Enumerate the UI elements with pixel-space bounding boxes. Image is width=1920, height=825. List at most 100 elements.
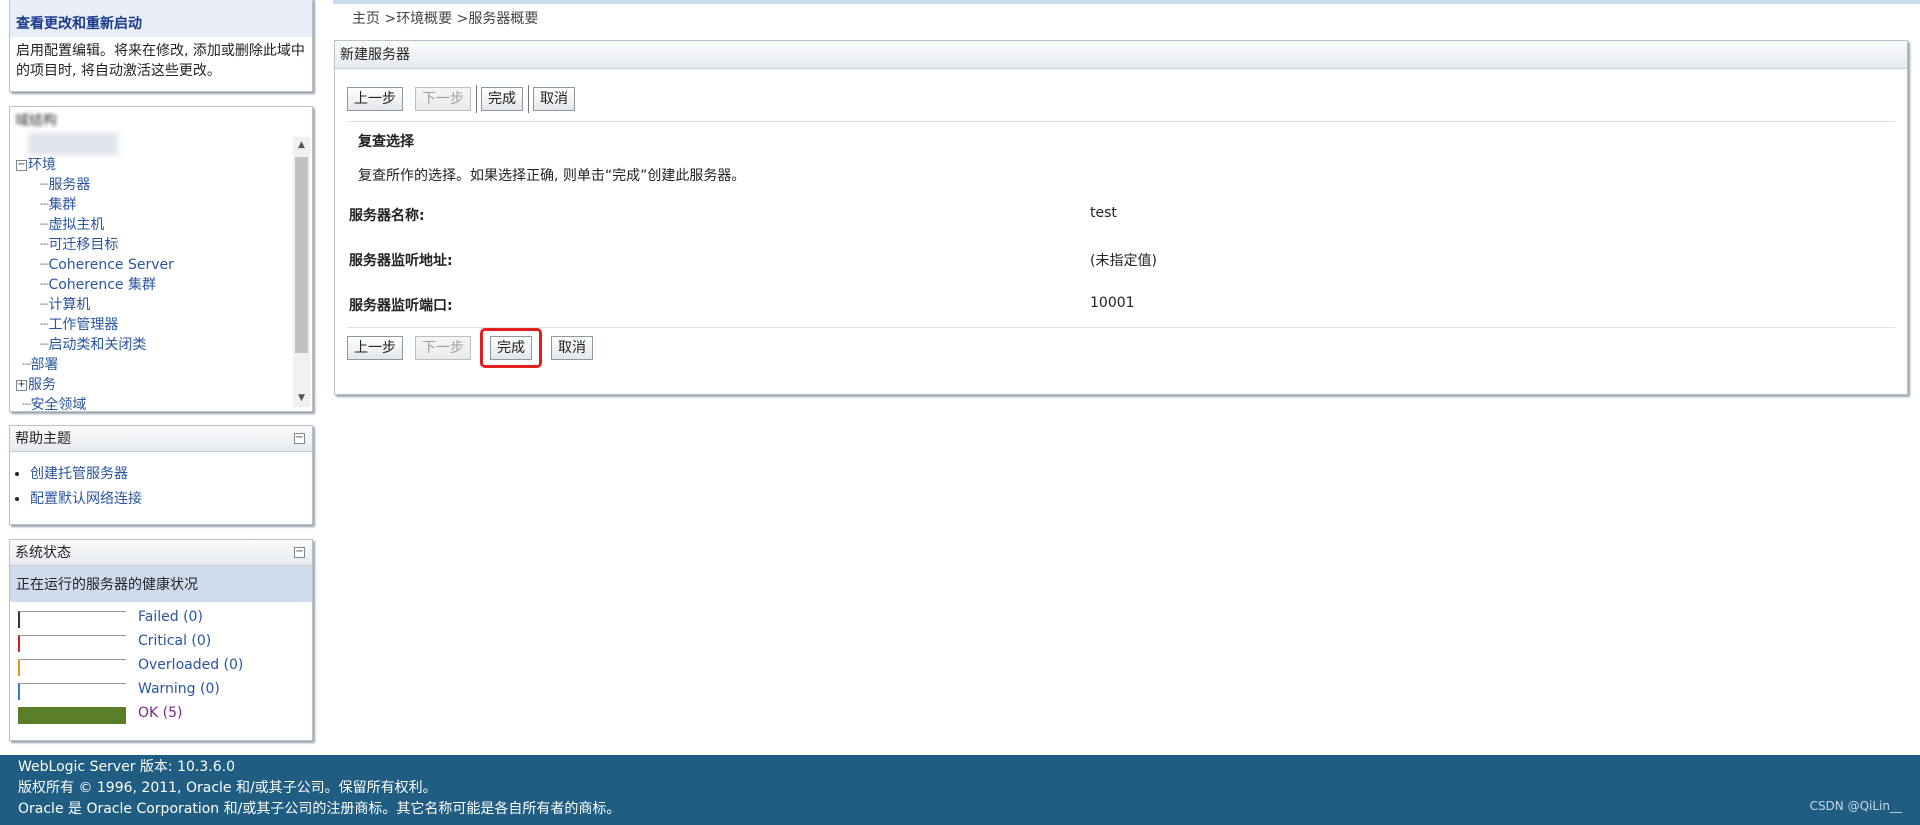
- health-status-row: Overloaded (0): [10, 654, 312, 678]
- tree-node-label[interactable]: Coherence 集群: [48, 277, 156, 293]
- domain-tree: − 环境 ┄服务器 ┄集群 ┄虚拟主机 ┄可迁移目标 ┄Coherence Server ┄C…: [16, 155, 290, 411]
- tree-node[interactable]: − 环境: [16, 155, 290, 175]
- view-changes-restarts-link[interactable]: 查看更改和重新启动: [10, 0, 312, 37]
- tree-node[interactable]: ┄安全领域: [16, 395, 290, 411]
- help-link-label[interactable]: 创建托管服务器: [30, 466, 128, 482]
- tree-node-label[interactable]: 服务器: [48, 177, 90, 193]
- tree-node-label[interactable]: 启动类和关闭类: [48, 337, 146, 353]
- tree-node-label[interactable]: 部署: [30, 357, 58, 373]
- tree-node-label[interactable]: 可迁移目标: [48, 237, 118, 253]
- domain-structure-panel: 域结构 − 环境 ┄服务器 ┄集群 ┄虚拟主机 ┄可迁移目标 ┄Coherence Serv…: [9, 106, 313, 412]
- tree-node-label[interactable]: Coherence Server: [48, 257, 173, 273]
- button-separator: [528, 85, 529, 113]
- help-item-create-managed-server[interactable]: 创建托管服务器: [30, 462, 312, 487]
- tree-node[interactable]: ┄虚拟主机: [16, 215, 290, 235]
- breadcrumb-home[interactable]: 主页: [352, 11, 380, 27]
- collapse-icon[interactable]: −: [294, 433, 305, 444]
- cancel-button[interactable]: 取消: [533, 87, 575, 111]
- new-server-wizard: 新建服务器 上一步 下一步 完成 取消 复查选择 复查所作的选择。如果选择正确,…: [334, 40, 1908, 395]
- domain-name-redacted: [28, 133, 118, 155]
- tree-node-label[interactable]: 工作管理器: [48, 317, 118, 333]
- footer: WebLogic Server 版本: 10.3.6.0 版权所有 © 1996…: [0, 755, 1920, 825]
- wizard-buttons-top: 上一步 下一步 完成 取消: [347, 85, 575, 113]
- tree-node[interactable]: ┄启动类和关闭类: [16, 335, 290, 355]
- system-status-title: 系统状态: [15, 545, 71, 561]
- health-bar: [18, 611, 126, 628]
- tree-node-label[interactable]: 服务: [28, 377, 56, 393]
- breadcrumb: 主页 >环境概要 >服务器概要: [352, 8, 538, 28]
- tree-node-label[interactable]: 安全领域: [30, 397, 86, 411]
- collapse-icon[interactable]: −: [16, 159, 27, 171]
- health-status-list: Failed (0) Critical (0) Overloaded (0) Warn…: [10, 602, 312, 726]
- tree-node[interactable]: ┄计算机: [16, 295, 290, 315]
- health-status-row: Critical (0): [10, 630, 312, 654]
- help-topics-panel: 帮助主题 − 创建托管服务器 配置默认网络连接: [9, 425, 313, 525]
- health-status-label[interactable]: OK (5): [138, 705, 182, 721]
- scroll-down-icon[interactable]: ▼: [293, 390, 310, 407]
- top-strip: [333, 0, 1920, 4]
- wizard-title: 新建服务器: [340, 47, 410, 63]
- health-bar: [18, 707, 126, 724]
- button-separator: [476, 85, 477, 113]
- tree-node[interactable]: ┄集群: [16, 195, 290, 215]
- change-center-panel: 查看更改和重新启动 启用配置编辑。将来在修改, 添加或删除此域中的项目时, 将自…: [9, 0, 313, 92]
- divider: [347, 327, 1895, 328]
- tree-node-label[interactable]: 虚拟主机: [48, 217, 104, 233]
- listen-address-value: (未指定值): [1090, 253, 1157, 269]
- footer-version: WebLogic Server 版本: 10.3.6.0: [18, 759, 235, 775]
- tree-node-label[interactable]: 集群: [48, 197, 76, 213]
- tree-scrollbar[interactable]: ▲ ▼: [293, 137, 310, 407]
- tree-node[interactable]: ┄工作管理器: [16, 315, 290, 335]
- health-status-label[interactable]: Critical (0): [138, 633, 211, 649]
- tree-node-label[interactable]: 计算机: [48, 297, 90, 313]
- health-bar: [18, 683, 126, 700]
- finish-highlight: 完成: [480, 328, 542, 368]
- help-item-default-network[interactable]: 配置默认网络连接: [30, 487, 312, 512]
- scroll-thumb[interactable]: [295, 157, 308, 353]
- scroll-up-icon[interactable]: ▲: [293, 137, 310, 154]
- health-status-label[interactable]: Failed (0): [138, 609, 203, 625]
- tree-node[interactable]: ┄Coherence 集群: [16, 275, 290, 295]
- tree-node[interactable]: ┄服务器: [16, 175, 290, 195]
- help-topics-header: 帮助主题 −: [10, 426, 312, 452]
- listen-port-label: 服务器监听端口:: [349, 298, 453, 314]
- tree-node[interactable]: ┄Coherence Server: [16, 255, 290, 275]
- system-status-header: 系统状态 −: [10, 540, 312, 566]
- health-bar: [18, 659, 126, 676]
- health-subtitle: 正在运行的服务器的健康状况: [10, 566, 312, 602]
- health-status-label[interactable]: Warning (0): [138, 681, 220, 697]
- breadcrumb-separator: >: [452, 11, 469, 27]
- domain-structure-title: 域结构: [15, 113, 57, 129]
- expand-icon[interactable]: +: [16, 379, 27, 391]
- cancel-button[interactable]: 取消: [551, 336, 593, 360]
- footer-copyright: 版权所有 © 1996, 2011, Oracle 和/或其子公司。保留所有权利…: [18, 780, 437, 796]
- footer-trademark: Oracle 是 Oracle Corporation 和/或其子公司的注册商标…: [18, 801, 621, 817]
- back-button[interactable]: 上一步: [347, 336, 403, 360]
- breadcrumb-environment[interactable]: 环境概要: [396, 11, 452, 27]
- divider: [347, 121, 1895, 122]
- help-link-label[interactable]: 配置默认网络连接: [30, 491, 142, 507]
- collapse-icon[interactable]: −: [294, 547, 305, 558]
- back-button[interactable]: 上一步: [347, 87, 403, 111]
- listen-address-label: 服务器监听地址:: [349, 253, 453, 269]
- next-button[interactable]: 下一步: [415, 87, 471, 111]
- change-center-description: 启用配置编辑。将来在修改, 添加或删除此域中的项目时, 将自动激活这些更改。: [16, 43, 305, 79]
- server-name-value: test: [1090, 205, 1117, 221]
- review-description: 复查所作的选择。如果选择正确, 则单击“完成”创建此服务器。: [358, 168, 746, 184]
- finish-button[interactable]: 完成: [490, 336, 532, 360]
- tree-node[interactable]: + 服务: [16, 375, 290, 395]
- server-name-label: 服务器名称:: [349, 208, 425, 224]
- breadcrumb-current[interactable]: 服务器概要: [468, 11, 538, 27]
- health-status-row: Failed (0): [10, 606, 312, 630]
- health-status-label[interactable]: Overloaded (0): [138, 657, 243, 673]
- next-button[interactable]: 下一步: [415, 336, 471, 360]
- health-status-row: Warning (0): [10, 678, 312, 702]
- review-section-title: 复查选择: [358, 134, 414, 150]
- finish-button[interactable]: 完成: [481, 87, 523, 111]
- tree-node[interactable]: ┄部署: [16, 355, 290, 375]
- tree-node-label[interactable]: 环境: [28, 157, 56, 173]
- tree-node[interactable]: ┄可迁移目标: [16, 235, 290, 255]
- health-bar: [18, 635, 126, 652]
- help-topics-title: 帮助主题: [15, 431, 71, 447]
- wizard-header: 新建服务器: [335, 41, 1907, 69]
